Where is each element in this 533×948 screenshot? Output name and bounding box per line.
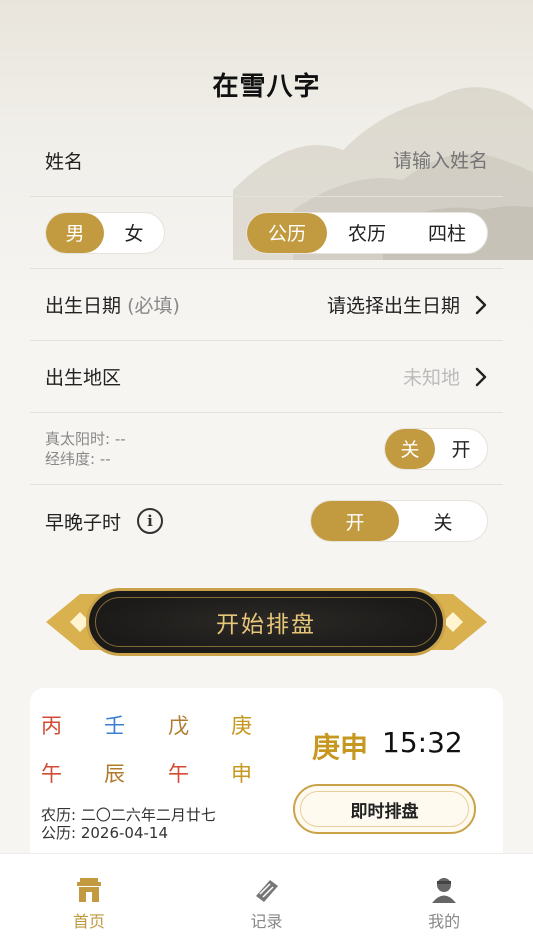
birth-date-row[interactable]: 出生日期 (必填) 请选择出生日期 [30,269,503,341]
solar-time-off-option[interactable]: 关 [385,428,435,469]
tab-home-label: 首页 [72,912,105,931]
birth-date-label: 出生日期 (必填) [45,291,180,318]
gender-female-option[interactable]: 女 [104,213,164,253]
tab-mine-label: 我的 [428,912,461,931]
required-hint: (必填) [127,295,180,317]
day-stem: 戊 [168,714,189,738]
tab-records[interactable]: 记录 [178,854,356,948]
name-label: 姓名 [45,151,84,173]
name-input[interactable] [268,149,488,172]
true-solar-time-text: 真太阳时: -- [45,429,126,448]
current-time: 15:32 [382,726,463,759]
info-icon[interactable]: i [137,508,164,534]
start-paipan-button[interactable]: 开始排盘 [86,588,446,656]
date-lines: 农历: 二〇二六年二月廿七 公历: 2026-04-14 [41,806,216,842]
hour-stem: 庚 [231,714,252,738]
calendar-toggle: 公历 农历 四柱 [246,211,488,254]
scroll-icon [255,880,278,902]
zi-on-option[interactable]: 开 [311,501,399,541]
solar-time-on-option[interactable]: 开 [435,429,487,469]
current-hour-ganzhi: 庚申 [312,731,369,764]
lunar-date: 农历: 二〇二六年二月廿七 [41,806,216,824]
birth-region-value: 未知地 [402,367,460,389]
longitude-latitude-text: 经纬度: -- [45,449,111,468]
year-stem: 丙 [41,714,62,738]
current-time-card: 丙 壬 戊 庚 午 辰 午 申 庚申 15:32 农历: 二〇二六年二月廿七 公… [30,688,503,868]
birth-date-label-text: 出生日期 [45,295,122,317]
chevron-right-icon [475,367,487,386]
gender-toggle: 男 女 [45,211,165,254]
name-row: 姓名 [30,125,503,197]
chevron-right-icon [475,295,487,314]
month-stem: 壬 [104,714,125,738]
day-branch: 午 [168,762,189,786]
tab-records-label: 记录 [250,912,283,931]
home-icon [76,878,101,902]
month-branch: 辰 [104,762,125,786]
tab-home[interactable]: 首页 [0,854,178,948]
solar-time-row: 真太阳时: -- 经纬度: -- 关 开 [30,413,503,485]
solar-time-toggle: 关 开 [384,427,488,470]
zi-off-option[interactable]: 关 [399,501,487,541]
hour-branch: 申 [231,762,252,786]
year-branch: 午 [41,762,62,786]
page-title: 在雪八字 [212,72,321,102]
solar-time-info: 真太阳时: -- 经纬度: -- [45,429,126,469]
early-late-zi-toggle: 开 关 [310,500,488,542]
bottom-tab-bar: 首页 记录 我的 [0,853,533,948]
calendar-lunar-option[interactable]: 农历 [327,213,407,253]
start-button-wrapper: 开始排盘 [44,586,489,658]
calendar-solar-option[interactable]: 公历 [247,212,327,253]
gender-male-option[interactable]: 男 [46,212,104,253]
instant-paipan-label: 即时排盘 [350,801,419,822]
calendar-sizhu-option[interactable]: 四柱 [407,213,487,253]
early-late-zi-row: 早晚子时 i 开 关 [30,485,503,557]
instant-paipan-button[interactable]: 即时排盘 [293,784,476,834]
birth-region-row[interactable]: 出生地区 未知地 [30,341,503,413]
tab-mine[interactable]: 我的 [355,854,533,948]
solar-date: 公历: 2026-04-14 [41,824,168,842]
birth-region-label: 出生地区 [45,367,122,389]
user-icon [432,878,457,903]
early-late-zi-label: 早晚子时 [45,511,122,534]
gender-calendar-row: 男 女 公历 农历 四柱 [30,197,503,269]
birth-date-value: 请选择出生日期 [326,295,460,317]
